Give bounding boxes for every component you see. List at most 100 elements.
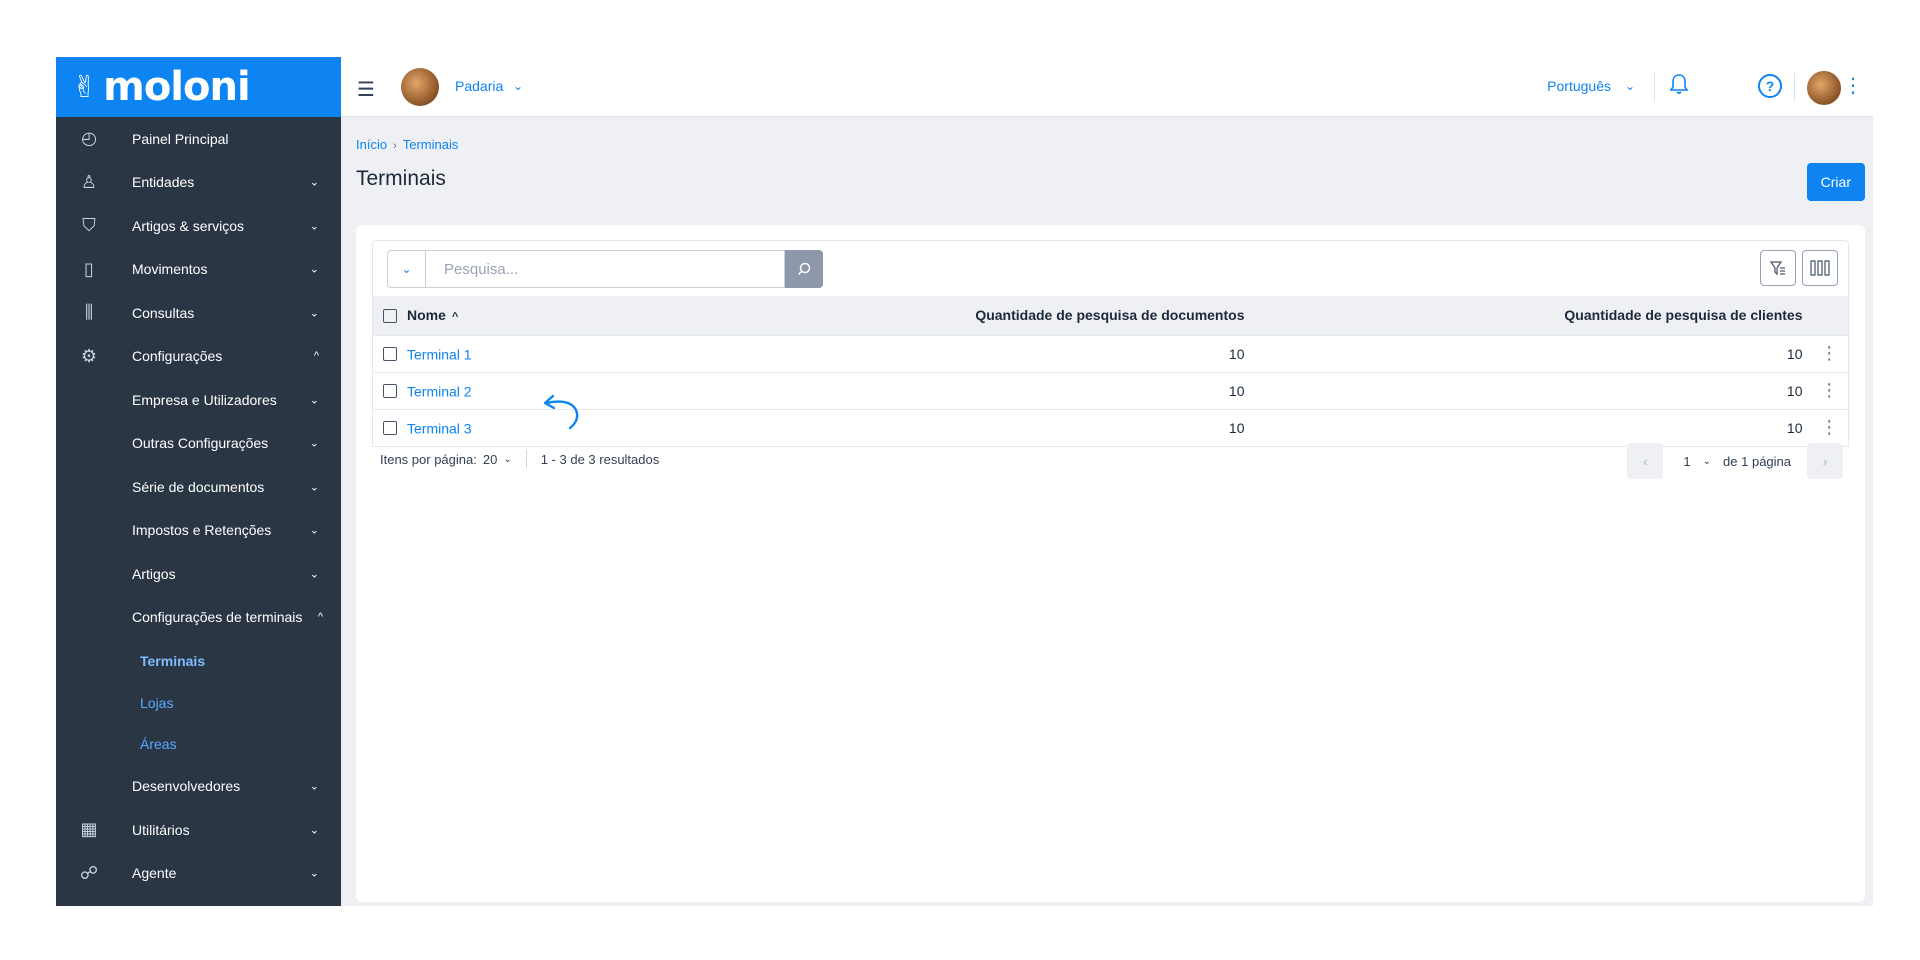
store-avatar[interactable] — [401, 68, 439, 106]
row-actions-icon[interactable]: ⋮ — [1810, 408, 1849, 446]
columns-button[interactable] — [1802, 250, 1838, 286]
search-group: ⌄ — [387, 250, 823, 288]
chevron-down-icon: ⌄ — [309, 481, 319, 494]
bell-icon[interactable] — [1669, 73, 1689, 101]
sidebar-item-impostos-retencoes[interactable]: Impostos e Retenções ⌄ — [56, 509, 341, 553]
terminal-name-link[interactable]: Terminal 1 — [407, 346, 472, 362]
results-summary: 1 - 3 de 3 resultados — [540, 451, 660, 467]
terminals-table: Nome ^ Quantidade de pesquisa de document… — [372, 296, 1849, 447]
search-filter-dropdown[interactable]: ⌄ — [387, 250, 425, 288]
chevron-down-icon: ⌄ — [309, 780, 319, 793]
filter-button[interactable] — [1760, 250, 1796, 286]
search-input[interactable] — [425, 250, 785, 288]
sidebar-item-label: Artigos — [132, 565, 176, 582]
table-row[interactable]: Terminal 3 10 10 ⋮ — [372, 408, 1849, 446]
breadcrumb: Início › Terminais — [356, 137, 458, 152]
column-header-clients[interactable]: Quantidade de pesquisa de clientes — [1253, 296, 1811, 335]
divider — [1794, 73, 1795, 101]
more-options-icon[interactable]: ⋮ — [1843, 73, 1863, 98]
chevron-down-icon[interactable]: ⌄ — [503, 454, 511, 465]
row-checkbox[interactable] — [383, 421, 397, 436]
language-selector[interactable]: Português — [1547, 78, 1611, 94]
table-row[interactable]: Terminal 1 10 10 ⋮ — [372, 334, 1849, 372]
dashboard-icon: ◴ — [81, 128, 97, 149]
filter-icon — [1769, 261, 1785, 276]
terminal-name-link[interactable]: Terminal 3 — [407, 420, 472, 436]
column-header-label: Nome — [407, 307, 446, 324]
sidebar-item-configuracoes-terminais[interactable]: Configurações de terminais ^ — [56, 596, 341, 640]
table-row[interactable]: Terminal 2 10 10 ⋮ — [372, 371, 1849, 409]
sidebar: ✌ moloni ◴ Painel Principal ♙ Entidades … — [56, 57, 341, 906]
sidebar-item-label: Empresa e Utilizadores — [132, 391, 277, 408]
sidebar-item-label: Série de documentos — [132, 478, 265, 495]
sidebar-item-utilitarios[interactable]: ▦ Utilitários ⌄ — [56, 808, 341, 852]
next-page-button[interactable]: › — [1807, 443, 1843, 479]
sidebar-item-agente[interactable]: ☍ Agente ⌄ — [56, 852, 341, 896]
prev-page-button[interactable]: ‹ — [1627, 443, 1664, 479]
chevron-down-icon[interactable]: ⌄ — [513, 79, 523, 93]
chevron-down-icon[interactable]: ⌄ — [1625, 79, 1635, 93]
column-header-docs[interactable]: Quantidade de pesquisa de documentos — [933, 296, 1253, 335]
sidebar-item-lojas[interactable]: Lojas — [56, 683, 341, 724]
row-checkbox[interactable] — [383, 347, 397, 362]
sidebar-item-label: Agente — [132, 865, 177, 882]
help-icon[interactable]: ? — [1758, 74, 1782, 98]
column-header-name[interactable]: Nome ^ — [373, 296, 933, 335]
chevron-down-icon: ⌄ — [309, 220, 319, 233]
sidebar-item-serie-documentos[interactable]: Série de documentos ⌄ — [56, 465, 341, 509]
logo-mark-icon: ✌ — [72, 70, 98, 104]
clients-search-count: 10 — [1252, 334, 1811, 372]
terminal-name-link[interactable]: Terminal 2 — [407, 383, 472, 399]
sidebar-item-label: Áreas — [140, 736, 177, 752]
page-total: de 1 página — [1723, 453, 1791, 469]
user-icon: ♙ — [80, 171, 98, 192]
sidebar-item-label: Consultas — [132, 304, 195, 321]
avatar[interactable] — [1805, 69, 1843, 107]
sidebar-item-desenvolvedores[interactable]: Desenvolvedores ⌄ — [56, 765, 341, 809]
sidebar-item-artigos[interactable]: Artigos ⌄ — [56, 552, 341, 596]
chevron-down-icon[interactable]: ⌄ — [1703, 456, 1711, 467]
create-button[interactable]: Criar — [1806, 163, 1865, 201]
sidebar-item-movimentos[interactable]: ▯ Movimentos ⌄ — [56, 248, 341, 292]
search-button[interactable] — [785, 250, 823, 288]
sidebar-item-artigos-servicos[interactable]: ⛉ Artigos & serviços ⌄ — [56, 204, 341, 248]
row-actions-icon[interactable]: ⋮ — [1810, 371, 1849, 409]
column-header-actions — [1811, 296, 1849, 335]
sidebar-item-label: Entidades — [132, 174, 195, 191]
chevron-down-icon: ⌄ — [309, 568, 319, 581]
logo-wordmark: moloni — [103, 64, 251, 110]
sidebar-item-consultas[interactable]: ⫼ Consultas ⌄ — [56, 291, 341, 335]
row-checkbox[interactable] — [383, 384, 397, 399]
pagination: ‹ 1 ⌄ de 1 página › — [1627, 443, 1843, 479]
document-icon: ▯ — [84, 258, 94, 279]
basket-icon: ⛉ — [82, 215, 96, 236]
store-selector[interactable]: Padaria — [455, 78, 503, 94]
menu-icon[interactable]: ☰ — [357, 77, 375, 102]
divider — [1654, 73, 1655, 101]
brand-logo[interactable]: ✌ moloni — [56, 57, 341, 117]
sidebar-item-label: Outras Configurações — [132, 435, 269, 452]
sidebar-item-label: Desenvolvedores — [132, 778, 241, 795]
bar-chart-icon: ⫼ — [84, 302, 94, 323]
select-all-checkbox[interactable] — [383, 309, 397, 324]
sort-ascending-icon[interactable]: ^ — [452, 311, 458, 323]
sidebar-item-empresa-utilizadores[interactable]: Empresa e Utilizadores ⌄ — [56, 378, 341, 422]
page-select[interactable]: 1 — [1683, 454, 1690, 469]
sidebar-item-configuracoes[interactable]: ⚙ Configurações ^ — [56, 335, 341, 379]
sidebar-item-label: Painel Principal — [132, 130, 229, 147]
chevron-down-icon: ⌄ — [309, 437, 319, 450]
sidebar-item-terminais[interactable]: Terminais — [56, 639, 341, 683]
breadcrumb-current[interactable]: Terminais — [403, 137, 459, 152]
breadcrumb-home-link[interactable]: Início — [356, 137, 387, 152]
sidebar-item-label: Configurações de terminais — [132, 609, 303, 626]
sidebar-item-outras-configuracoes[interactable]: Outras Configurações ⌄ — [56, 422, 341, 466]
row-actions-icon[interactable]: ⋮ — [1810, 334, 1849, 372]
docs-search-count: 10 — [932, 334, 1253, 372]
docs-search-count: 10 — [932, 371, 1253, 409]
clients-search-count: 10 — [1252, 371, 1811, 409]
sidebar-item-entidades[interactable]: ♙ Entidades ⌄ — [56, 161, 341, 205]
sidebar-item-painel-principal[interactable]: ◴ Painel Principal — [56, 117, 341, 161]
sidebar-item-areas[interactable]: Áreas — [56, 724, 341, 765]
items-per-page-select[interactable]: 20 — [483, 452, 497, 467]
divider — [525, 450, 527, 468]
